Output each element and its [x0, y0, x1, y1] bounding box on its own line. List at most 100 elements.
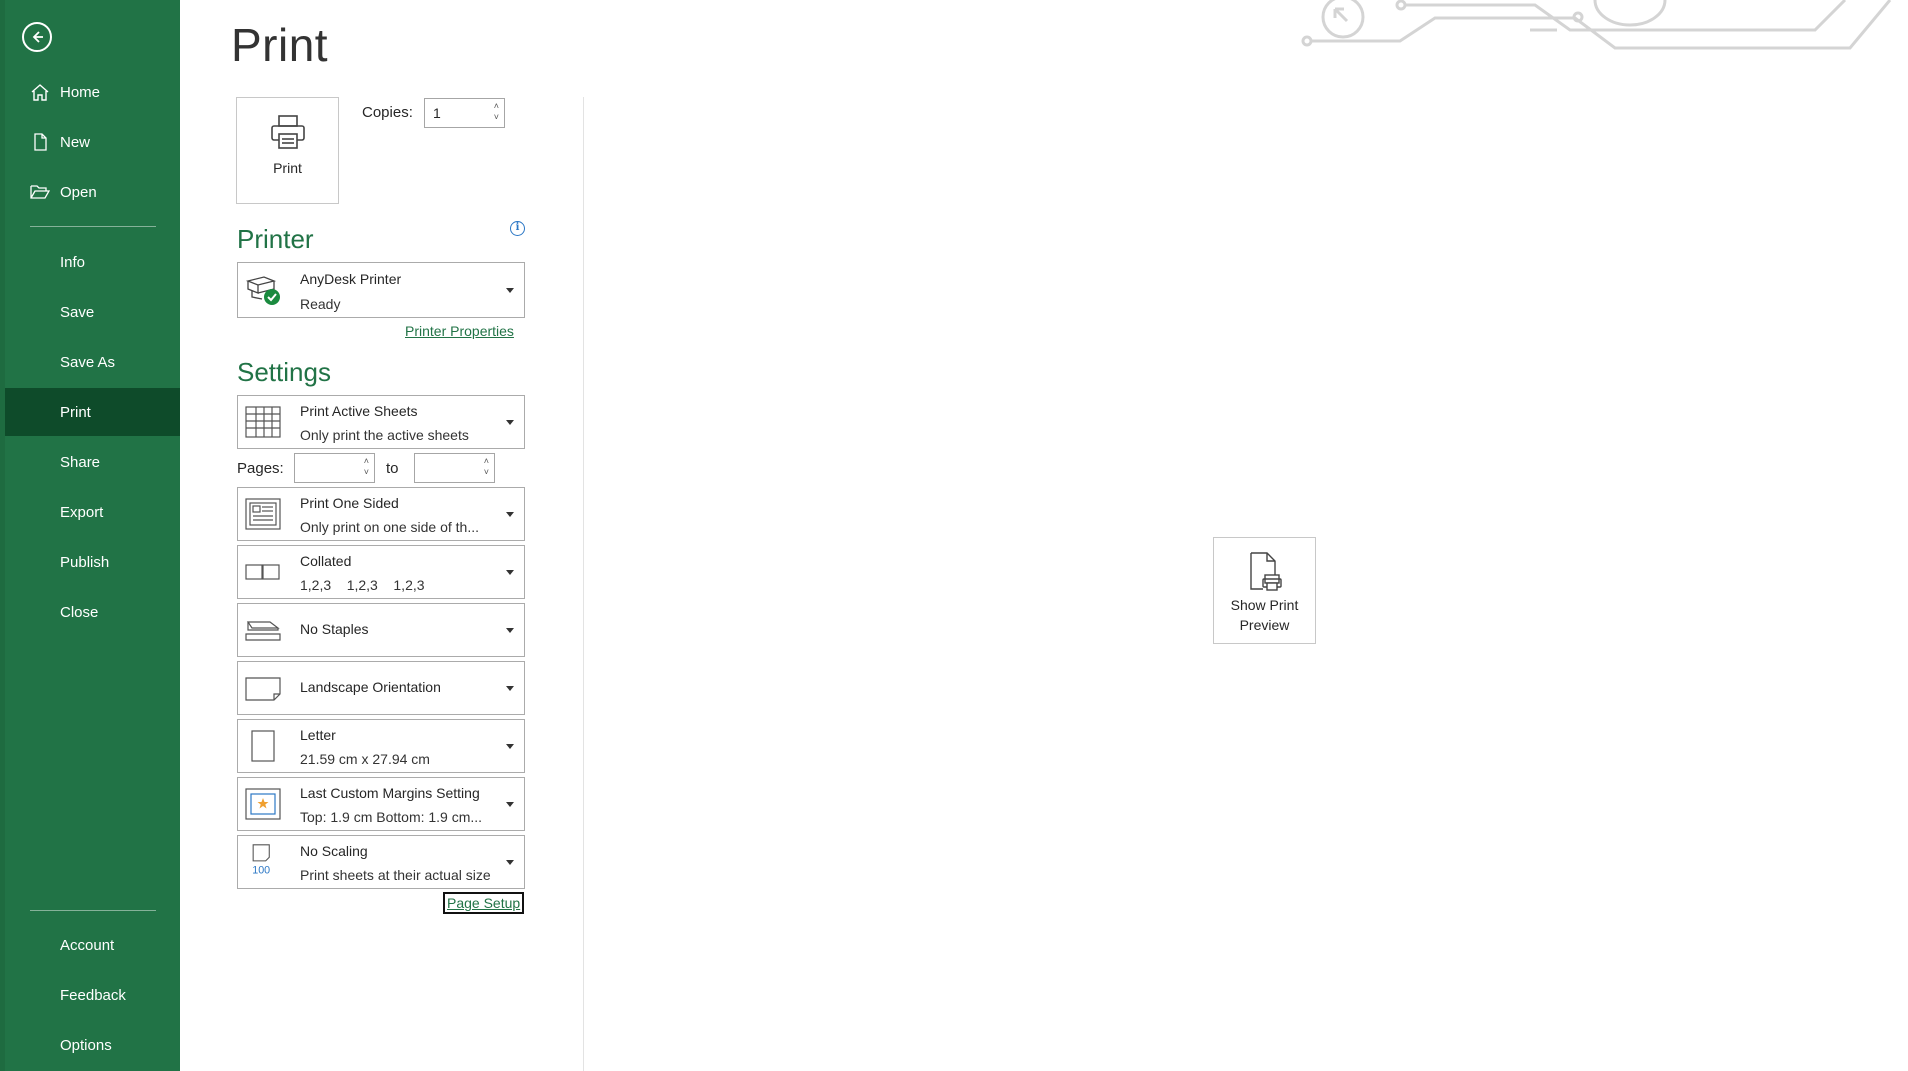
panel-divider: [583, 97, 584, 1071]
printer-ready-icon: [245, 276, 280, 305]
show-print-preview-button[interactable]: Show Print Preview: [1213, 537, 1316, 644]
print-preview-icon: [1249, 552, 1282, 591]
option-title: Collated: [300, 553, 352, 569]
printer-select[interactable]: AnyDesk Printer Ready: [237, 262, 525, 318]
sidebar-item-export[interactable]: Export: [5, 488, 180, 536]
sidebar-item-label: Print: [60, 403, 91, 421]
dropdown-caret-icon: [506, 802, 514, 807]
dropdown-caret-icon: [506, 570, 514, 575]
custom-margins-icon: [245, 788, 281, 820]
one-sided-page-icon: [245, 498, 281, 530]
print-what-select[interactable]: Print Active Sheets Only print the activ…: [237, 395, 525, 449]
sidebar-item-print[interactable]: Print: [5, 388, 180, 436]
backstage-sidebar: Home New Open Info Save Save As Print Sh…: [0, 0, 180, 1071]
dropdown-caret-icon: [506, 744, 514, 749]
printer-status: Ready: [300, 296, 341, 312]
paper-size-select[interactable]: Letter 21.59 cm x 27.94 cm: [237, 719, 525, 773]
collated-pages-icon: [245, 564, 280, 580]
sidebar-item-label: Close: [60, 603, 99, 621]
sidebar-item-label: Share: [60, 453, 101, 471]
pages-to-label: to: [386, 460, 399, 477]
printer-properties-link[interactable]: Printer Properties: [405, 323, 514, 339]
sidebar-item-options[interactable]: Options: [5, 1021, 180, 1069]
orientation-select[interactable]: Landscape Orientation: [237, 661, 525, 715]
option-title: No Staples: [300, 621, 369, 637]
print-button-label: Print: [273, 160, 302, 176]
sidebar-item-close[interactable]: Close: [5, 588, 180, 636]
dropdown-caret-icon: [506, 628, 514, 633]
paper-size-icon: [251, 730, 275, 762]
pages-from-input[interactable]: ˄ ˅: [294, 453, 375, 483]
copies-stepper[interactable]: 1 ˄ ˅: [424, 98, 505, 128]
copies-value: 1: [433, 105, 441, 121]
option-subtitle: Top: 1.9 cm Bottom: 1.9 cm...: [300, 809, 483, 825]
page-title: Print: [231, 19, 329, 71]
option-subtitle: 1,2,3 1,2,3 1,2,3: [300, 577, 425, 593]
sidebar-item-publish[interactable]: Publish: [5, 538, 180, 586]
circuit-decoration: [1301, 0, 1892, 50]
sidebar-item-label: New: [60, 133, 91, 151]
stepper-arrows-icon[interactable]: ˄ ˅: [364, 456, 369, 478]
option-subtitle: Only print the active sheets: [300, 427, 469, 443]
sidebar-item-open[interactable]: Open: [5, 168, 180, 216]
option-subtitle: 21.59 cm x 27.94 cm: [300, 751, 430, 767]
sidebar-item-label: Home: [60, 83, 101, 101]
new-document-icon: [34, 133, 47, 151]
option-title: No Scaling: [300, 843, 368, 859]
sidebar-item-home[interactable]: Home: [5, 68, 180, 116]
sidebar-item-save-as[interactable]: Save As: [5, 338, 180, 386]
sidebar-item-feedback[interactable]: Feedback: [5, 971, 180, 1019]
sidebar-item-label: Options: [60, 1036, 112, 1054]
option-title: Print Active Sheets: [300, 403, 418, 419]
scaling-icon-text: 100: [252, 864, 270, 876]
info-icon[interactable]: i: [510, 221, 525, 236]
stepper-arrows-icon[interactable]: ˄ ˅: [484, 456, 489, 478]
dropdown-caret-icon: [506, 512, 514, 517]
dropdown-caret-icon: [506, 288, 514, 293]
pages-label: Pages:: [237, 460, 284, 477]
option-subtitle: Only print on one side of th...: [300, 519, 479, 535]
stepper-arrows-icon[interactable]: ˄ ˅: [494, 101, 499, 123]
staples-select[interactable]: No Staples: [237, 603, 525, 657]
collation-select[interactable]: Collated 1,2,3 1,2,3 1,2,3: [237, 545, 525, 599]
sidebar-item-account[interactable]: Account: [5, 921, 180, 969]
print-button[interactable]: Print: [236, 97, 339, 204]
option-title: Print One Sided: [300, 495, 399, 511]
sidebar-item-label: Export: [60, 503, 104, 521]
home-icon: [31, 84, 49, 101]
sidebar-item-label: Info: [60, 253, 86, 271]
sidebar-item-label: Publish: [60, 553, 110, 571]
sidebar-item-info[interactable]: Info: [5, 238, 180, 286]
sidebar-item-new[interactable]: New: [5, 118, 180, 166]
sidebar-divider: [30, 226, 156, 227]
printer-heading: Printer: [237, 224, 314, 254]
dropdown-caret-icon: [506, 686, 514, 691]
sheet-grid-icon: [245, 406, 281, 438]
option-title: Last Custom Margins Setting: [300, 785, 480, 801]
sidebar-item-label: Save As: [60, 353, 116, 371]
scaling-100-icon: 100: [252, 844, 270, 876]
scaling-select[interactable]: 100 No Scaling Print sheets at their act…: [237, 835, 525, 889]
option-title: Landscape Orientation: [300, 679, 441, 695]
sidebar-item-label: Feedback: [60, 986, 126, 1004]
sidebar-item-label: Account: [60, 936, 115, 954]
option-title: Letter: [300, 727, 336, 743]
option-subtitle: Print sheets at their actual size: [300, 867, 491, 883]
page-setup-link[interactable]: Page Setup: [443, 892, 525, 914]
back-arrow-icon[interactable]: [22, 22, 52, 52]
sidebar-item-share[interactable]: Share: [5, 438, 180, 486]
sides-select[interactable]: Print One Sided Only print on one side o…: [237, 487, 525, 541]
landscape-page-icon: [245, 677, 281, 701]
copies-label: Copies:: [362, 104, 413, 121]
sidebar-item-label: Save: [60, 303, 95, 321]
printer-icon: [270, 115, 305, 149]
margins-select[interactable]: Last Custom Margins Setting Top: 1.9 cm …: [237, 777, 525, 831]
settings-heading: Settings: [237, 357, 331, 387]
printer-name: AnyDesk Printer: [300, 271, 402, 287]
pages-to-input[interactable]: ˄ ˅: [414, 453, 495, 483]
sidebar-item-save[interactable]: Save: [5, 288, 180, 336]
preview-button-label: Show Print Preview: [1230, 597, 1299, 633]
dropdown-caret-icon: [506, 860, 514, 865]
stapler-icon: [245, 621, 281, 641]
dropdown-caret-icon: [506, 420, 514, 425]
